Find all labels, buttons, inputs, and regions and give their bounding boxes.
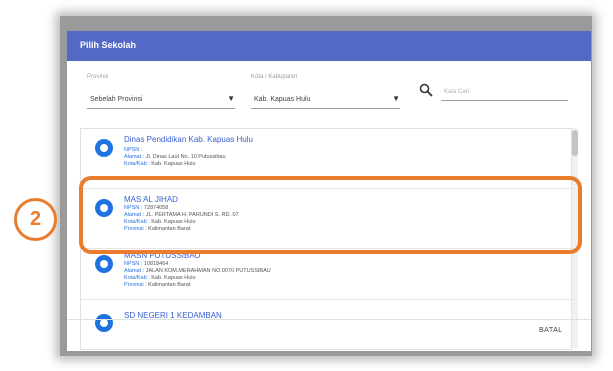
school-regency: Kota/Kab : Kab. Kapuas Hulu (124, 161, 196, 167)
search-icon[interactable] (419, 83, 433, 97)
kabupaten-select-value: Kab. Kapuas Hulu (254, 96, 311, 103)
step-number-badge: 2 (14, 198, 57, 241)
school-icon (95, 139, 113, 157)
school-regency: Kota/Kab : Kab. Kapuas Hulu (124, 275, 196, 281)
school-address: Alamat : Jl. Dinas Laut No. 10 Putussiba… (124, 154, 226, 160)
cancel-button[interactable]: BATAL (539, 327, 563, 334)
search-placeholder: Kata Cari (444, 89, 470, 95)
provinsi-select-value: Sebelah Provinsi (90, 96, 143, 103)
school-icon (95, 314, 113, 332)
list-item[interactable]: SD NEGERI 1 KEDAMBAN (81, 300, 571, 349)
provinsi-select[interactable]: Sebelah Provinsi ▼ (87, 92, 235, 109)
school-npsn: NPSN : 10818464 (124, 261, 169, 267)
chevron-down-icon: ▼ (392, 94, 400, 103)
school-icon (95, 255, 113, 273)
kabupaten-label: Kota / Kabupaten (251, 74, 298, 80)
kabupaten-select[interactable]: Kab. Kapuas Hulu ▼ (251, 92, 400, 109)
provinsi-label: Provinsi (87, 74, 109, 80)
footer-divider (67, 319, 591, 320)
dialog-title: Pilih Sekolah (80, 40, 137, 50)
school-province: Provinsi : Kalimantan Barat (124, 282, 191, 288)
school-name: Dinas Pendidikan Kab. Kapuas Hulu (124, 135, 253, 144)
scrollbar-thumb[interactable] (572, 130, 578, 156)
highlight-box (79, 176, 582, 254)
dialog-header: Pilih Sekolah (67, 31, 591, 61)
school-npsn: NPSN : (124, 147, 143, 153)
school-address: Alamat : JALAN KOM.MERAHMAN NO.0070 PUTU… (124, 268, 271, 274)
search-input[interactable]: Kata Cari (441, 86, 568, 101)
chevron-down-icon: ▼ (227, 94, 235, 103)
